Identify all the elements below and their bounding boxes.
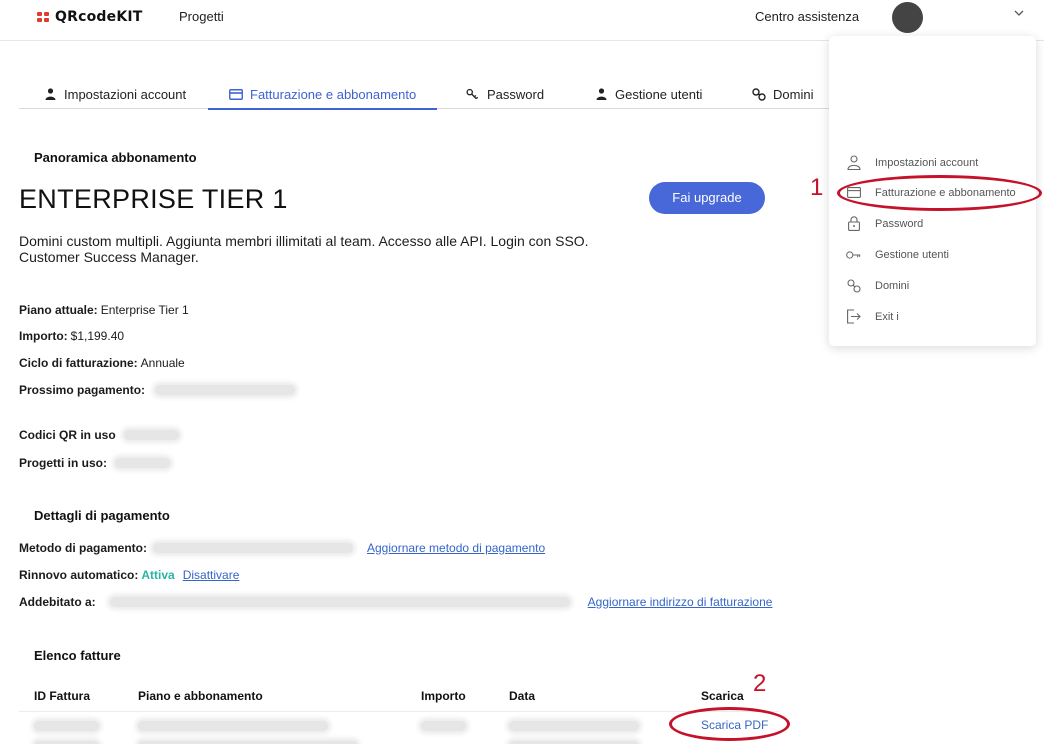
link-icon (846, 278, 861, 293)
redacted-value (421, 721, 466, 731)
menu-item-user-management[interactable]: Gestione utenti (846, 247, 949, 262)
user-icon (43, 87, 57, 101)
column-header-invoice-id: ID Fattura (34, 689, 91, 703)
tab-label: Gestione utenti (615, 86, 703, 102)
tab-label: Domini (773, 86, 814, 102)
tab-password[interactable]: Password (466, 79, 544, 109)
annotation-number-1: 1 (810, 174, 824, 201)
billing-cycle-label: Ciclo di fatturazione: (19, 356, 138, 370)
top-bar: QRcodeKIT Progetti Centro assistenza (0, 0, 1044, 41)
person-icon (846, 155, 861, 170)
key-icon (466, 87, 480, 101)
menu-item-exit[interactable]: Exit i (846, 309, 899, 324)
tab-label: Fatturazione e abbonamento (250, 86, 417, 102)
tab-label: Password (487, 86, 545, 102)
annotation-number-2: 2 (753, 670, 767, 697)
plan-name: ENTERPRISE TIER 1 (19, 184, 288, 214)
link-icon (752, 87, 766, 101)
menu-item-label: Password (875, 217, 924, 230)
upgrade-button[interactable]: Fai upgrade (649, 182, 765, 214)
lock-icon (846, 216, 861, 231)
menu-item-label: Impostazioni account (875, 156, 979, 169)
column-header-plan: Piano e abbonamento (138, 689, 263, 703)
logout-icon (846, 309, 861, 324)
next-payment-row: Prossimo pagamento: (19, 383, 296, 397)
qr-in-use-label: Codici QR in uso (19, 428, 116, 442)
key-icon (846, 247, 861, 262)
chevron-down-icon[interactable] (1012, 6, 1026, 20)
amount-value: $1,199.40 (70, 329, 125, 343)
update-payment-method-link[interactable]: Aggiornare metodo di pagamento (367, 541, 545, 555)
column-header-amount: Importo (421, 689, 466, 703)
logo[interactable]: QRcodeKIT (37, 9, 143, 25)
annotation-ellipse-download (669, 707, 790, 741)
user-icon (594, 87, 608, 101)
invoices-section-title: Elenco fatture (34, 648, 121, 663)
overview-section-title: Panoramica abbonamento (34, 150, 197, 165)
nav-projects-link[interactable]: Progetti (179, 9, 224, 24)
tab-billing[interactable]: Fatturazione e abbonamento (207, 79, 438, 110)
menu-item-domains[interactable]: Domini (846, 278, 909, 293)
billed-to-label: Addebitato a: (19, 595, 96, 609)
menu-item-label: Domini (875, 279, 910, 292)
update-billing-address-link[interactable]: Aggiornare indirizzo di fatturazione (588, 595, 773, 609)
redacted-value (115, 458, 170, 468)
projects-in-use-row: Progetti in uso: (19, 456, 170, 470)
column-header-download: Scarica (701, 689, 744, 703)
auto-renew-status: Attiva (141, 568, 175, 582)
payment-method-label: Metodo di pagamento: (19, 541, 147, 555)
redacted-value (138, 721, 328, 731)
tab-account-settings[interactable]: Impostazioni account (43, 79, 186, 109)
amount-row: Importo: $1,199.40 (19, 329, 124, 343)
menu-item-account-settings[interactable]: Impostazioni account (846, 155, 978, 170)
logo-text: QRcodeKIT (55, 9, 143, 25)
redacted-value (509, 721, 639, 731)
redacted-value (155, 385, 296, 395)
redacted-value (34, 721, 99, 731)
qr-in-use-row: Codici QR in uso (19, 428, 179, 442)
current-plan-row: Piano attuale: Enterprise Tier 1 (19, 303, 189, 317)
tab-domains[interactable]: Domini (752, 79, 813, 109)
menu-item-password[interactable]: Password (846, 216, 923, 231)
plan-description: Domini custom multipli. Aggiunta membri … (19, 233, 589, 265)
menu-item-label: Exit i (875, 310, 899, 323)
annotation-ellipse-billing (837, 175, 1042, 211)
settings-tabs: Impostazioni account Fatturazione e abbo… (19, 79, 829, 110)
current-plan-value: Enterprise Tier 1 (100, 303, 189, 317)
redacted-value (123, 430, 179, 440)
avatar[interactable] (892, 2, 923, 33)
disable-auto-renew-link[interactable]: Disattivare (183, 568, 240, 582)
payment-section-title: Dettagli di pagamento (34, 508, 170, 523)
billed-to-row: Addebitato a: Aggiornare indirizzo di fa… (19, 595, 772, 609)
next-payment-label: Prossimo pagamento: (19, 383, 146, 397)
projects-in-use-label: Progetti in uso: (19, 456, 107, 470)
auto-renew-row: Rinnovo automatico: Attiva Disattivare (19, 568, 239, 582)
payment-method-row: Metodo di pagamento: Aggiornare metodo d… (19, 541, 545, 555)
menu-item-label: Gestione utenti (875, 248, 949, 261)
current-plan-label: Piano attuale: (19, 303, 98, 317)
billing-cycle-row: Ciclo di fatturazione: Annuale (19, 356, 185, 370)
column-header-date: Data (509, 689, 536, 703)
logo-mark-icon (37, 11, 52, 23)
redacted-value (153, 543, 353, 553)
auto-renew-label: Rinnovo automatico: (19, 568, 139, 582)
credit-card-icon (229, 87, 243, 101)
tab-label: Impostazioni account (64, 86, 187, 102)
help-center-link[interactable]: Centro assistenza (755, 9, 859, 24)
redacted-value (109, 597, 570, 607)
billing-cycle-value: Annuale (140, 356, 185, 370)
amount-label: Importo: (19, 329, 68, 343)
table-divider (19, 711, 779, 712)
tab-user-management[interactable]: Gestione utenti (594, 79, 702, 109)
